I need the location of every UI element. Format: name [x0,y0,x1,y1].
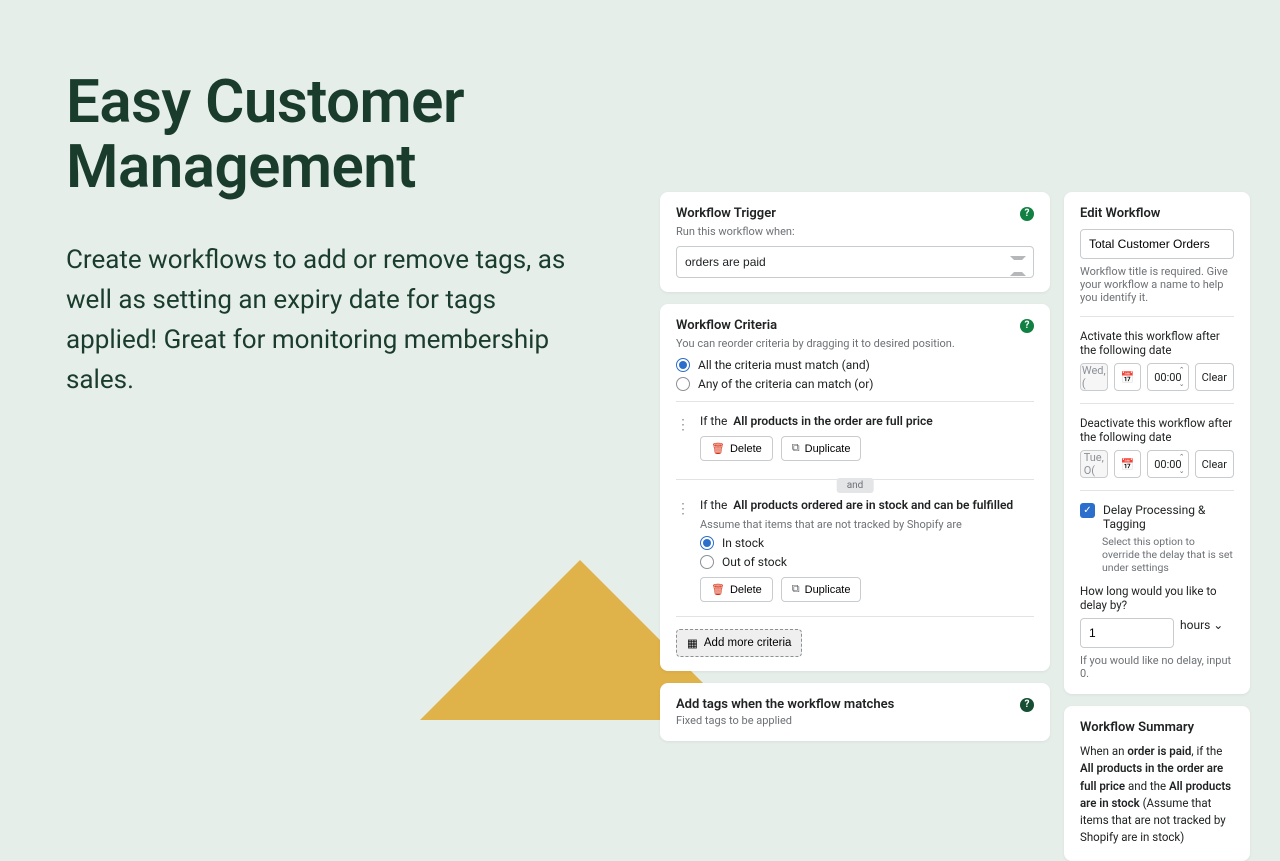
add-criteria-button[interactable]: ▦ Add more criteria [676,629,802,657]
clear-button[interactable]: Clear [1195,363,1234,391]
workflow-name-input[interactable] [1080,229,1234,259]
radio-icon [676,358,690,372]
calendar-icon[interactable]: 📅 [1114,450,1142,478]
criteria-item: If the All products ordered are in stock… [700,498,1034,512]
workflow-criteria-card: Workflow Criteria ? You can reorder crit… [660,304,1050,671]
delay-value-input[interactable] [1080,618,1174,648]
edit-workflow-card: Edit Workflow Workflow title is required… [1064,192,1250,694]
workflow-summary-card: Workflow Summary When an order is paid, … [1064,706,1250,861]
trigger-title: Workflow Trigger [676,206,776,221]
delete-button[interactable]: 🗑Delete [700,577,773,602]
duplicate-button[interactable]: ⧉Duplicate [781,577,862,602]
duplicate-button[interactable]: ⧉Duplicate [781,436,862,461]
calendar-icon[interactable]: 📅 [1114,363,1142,391]
radio-icon [676,377,690,391]
help-icon[interactable]: ? [1020,207,1034,221]
deactivate-date-field: Tue, O( [1080,450,1108,478]
trash-icon: 🗑 [711,442,725,455]
radio-all-match[interactable]: All the criteria must match (and) [676,358,1034,372]
add-icon: ▦ [687,636,698,650]
hero-section: Easy Customer Management Create workflow… [66,70,586,401]
and-connector: and [837,478,874,493]
edit-workflow-title: Edit Workflow [1080,206,1234,221]
checkbox-checked-icon: ✓ [1080,503,1095,518]
help-icon[interactable]: ? [1020,698,1034,712]
radio-out-of-stock[interactable]: Out of stock [700,555,1034,569]
hero-body: Create workflows to add or remove tags, … [66,240,586,401]
criteria-assumption-label: Assume that items that are not tracked b… [700,518,1034,531]
summary-title: Workflow Summary [1080,720,1234,735]
delay-checkbox-row[interactable]: ✓ Delay Processing & Tagging [1080,503,1234,531]
trigger-select[interactable]: orders are paid [676,246,1034,278]
activate-date-label: Activate this workflow after the followi… [1080,329,1234,357]
delay-hint: If you would like no delay, input 0. [1080,654,1234,680]
activate-time-select[interactable]: 00:00 [1147,363,1188,391]
delay-question: How long would you like to delay by? [1080,584,1234,612]
duplicate-icon: ⧉ [792,442,800,455]
clear-button[interactable]: Clear [1195,450,1234,478]
deactivate-date-label: Deactivate this workflow after the follo… [1080,416,1234,444]
delete-button[interactable]: 🗑Delete [700,436,773,461]
tags-card-sub: Fixed tags to be applied [676,714,1034,727]
criteria-title: Workflow Criteria [676,318,777,333]
duplicate-icon: ⧉ [792,583,800,596]
radio-icon [700,536,714,550]
workflow-name-help: Workflow title is required. Give your wo… [1080,265,1234,304]
delay-unit-select[interactable]: hours ⌄ [1180,618,1234,648]
trash-icon: 🗑 [711,583,725,596]
drag-handle-icon[interactable]: ⋮ [676,502,690,516]
workflow-trigger-card: Workflow Trigger ? Run this workflow whe… [660,192,1050,292]
help-icon[interactable]: ? [1020,319,1034,333]
criteria-item: If the All products in the order are ful… [700,414,1034,428]
radio-in-stock[interactable]: In stock [700,536,1034,550]
hero-title: Easy Customer Management [66,70,586,200]
add-tags-card: Add tags when the workflow matches ? Fix… [660,683,1050,741]
radio-any-match[interactable]: Any of the criteria can match (or) [676,377,1034,391]
summary-text: When an order is paid, if the All produc… [1080,743,1234,847]
criteria-subtitle: You can reorder criteria by dragging it … [676,337,1034,350]
drag-handle-icon[interactable]: ⋮ [676,418,690,432]
radio-icon [700,555,714,569]
tags-card-title: Add tags when the workflow matches [676,697,894,712]
activate-date-field: Wed, ( [1080,363,1108,391]
deactivate-time-select[interactable]: 00:00 [1147,450,1188,478]
trigger-subtitle: Run this workflow when: [676,225,1034,238]
delay-help: Select this option to override the delay… [1102,535,1234,574]
